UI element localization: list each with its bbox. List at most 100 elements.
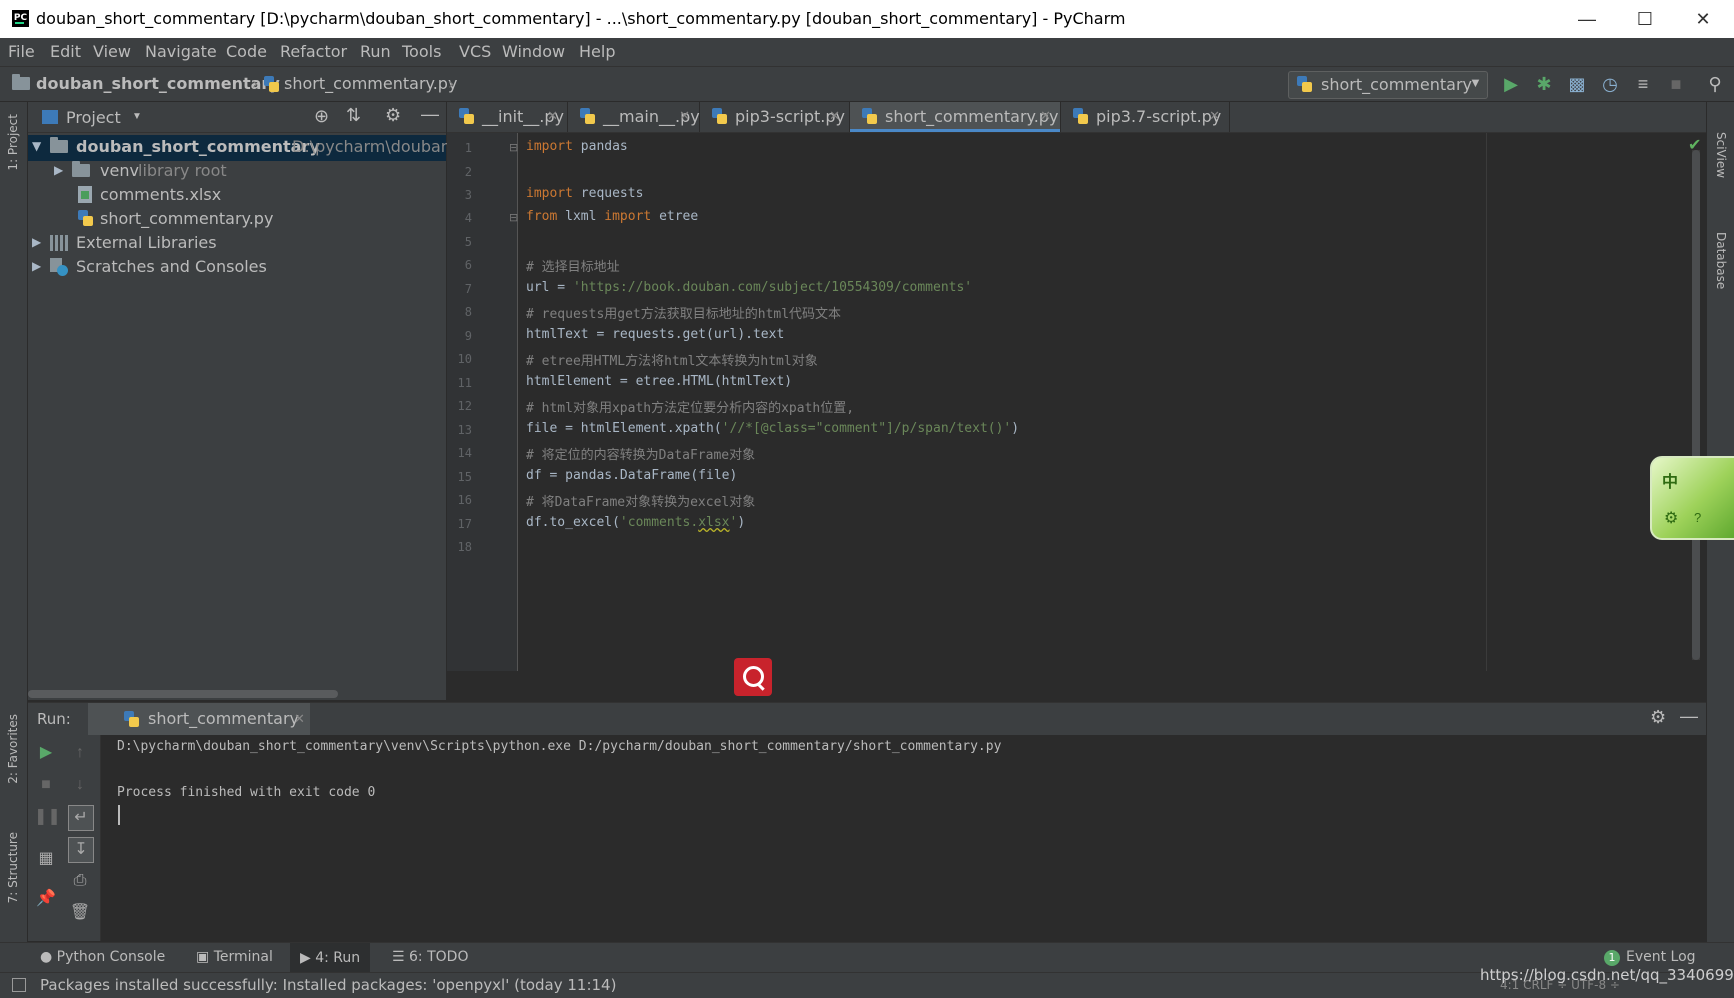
tree-item-scratches[interactable]: ▶ Scratches and Consoles xyxy=(28,255,446,281)
concurrency-icon[interactable]: ≡ xyxy=(1632,73,1654,95)
search-everywhere-icon[interactable]: ⚲ xyxy=(1704,73,1726,95)
menu-navigate[interactable]: Navigate xyxy=(145,42,217,61)
line-number: 1 xyxy=(464,141,472,155)
tab-pip37-script-py[interactable]: pip3.7-script.py ✕ xyxy=(1061,102,1230,132)
rerun-icon[interactable]: ▶ xyxy=(34,741,58,765)
event-log-button[interactable]: Event Log xyxy=(1626,949,1696,965)
tree-item-external-libraries[interactable]: ▶ External Libraries xyxy=(28,231,446,257)
menu-vcs[interactable]: VCS xyxy=(459,42,491,61)
menu-help[interactable]: Help xyxy=(579,42,615,61)
code-editor[interactable]: import pandas import requests from lxml … xyxy=(518,133,1688,671)
chevron-right-icon[interactable]: ▶ xyxy=(54,163,63,177)
arrow-down-icon[interactable]: ↓ xyxy=(68,773,92,797)
fold-marker-icon[interactable]: ⊟ xyxy=(509,141,518,154)
code-line-16: # 将DataFrame对象转换为excel对象 xyxy=(526,495,756,510)
menu-view[interactable]: View xyxy=(93,42,131,61)
help-icon[interactable]: ? xyxy=(1694,510,1701,525)
structure-tool-button[interactable]: 7: Structure xyxy=(6,832,20,903)
todo-button[interactable]: ☰ 6: TODO xyxy=(392,949,468,965)
close-tab-icon[interactable]: ✕ xyxy=(294,711,305,727)
menu-code[interactable]: Code xyxy=(226,42,267,61)
close-tab-icon[interactable]: ✕ xyxy=(679,109,690,124)
hide-icon[interactable]: — xyxy=(1680,706,1698,727)
menu-edit[interactable]: Edit xyxy=(50,42,81,61)
tree-item-venv[interactable]: ▶ venv library root xyxy=(28,159,446,185)
debug-icon[interactable]: ✱ xyxy=(1533,73,1555,95)
tab-short-commentary-py[interactable]: short_commentary.py ✕ xyxy=(850,102,1061,132)
status-message[interactable]: Packages installed successfully: Install… xyxy=(40,976,616,994)
search-overlay-icon[interactable] xyxy=(734,658,772,696)
stop-icon[interactable]: ■ xyxy=(1665,73,1687,95)
database-tool-button[interactable]: Database xyxy=(1714,232,1728,289)
print-icon[interactable]: ⎙ xyxy=(68,869,92,893)
hide-icon[interactable]: — xyxy=(421,104,439,125)
breadcrumb-project[interactable]: douban_short_commentary xyxy=(36,74,280,93)
chevron-down-icon[interactable]: ▼ xyxy=(32,139,41,153)
close-icon[interactable]: ✕ xyxy=(1674,0,1732,38)
project-tool-button[interactable]: 1: Project xyxy=(6,114,20,171)
fold-marker-icon[interactable]: ⊟ xyxy=(509,211,518,224)
horizontal-scrollbar[interactable] xyxy=(28,690,338,698)
chevron-down-icon[interactable]: ▼ xyxy=(132,111,142,122)
coverage-icon[interactable]: ▩ xyxy=(1566,73,1588,95)
run-tool-button[interactable]: ▶ 4: Run xyxy=(290,943,371,973)
tree-item-short-commentary-py[interactable]: short_commentary.py xyxy=(28,207,446,233)
gear-icon[interactable]: ⚙ xyxy=(385,105,401,126)
favorites-tool-button[interactable]: 2: Favorites xyxy=(6,714,20,784)
breadcrumb-file[interactable]: short_commentary.py xyxy=(284,74,457,93)
library-icon xyxy=(50,235,68,251)
sciview-tool-button[interactable]: SciView xyxy=(1714,132,1728,178)
close-tab-icon[interactable]: ✕ xyxy=(829,109,840,124)
close-tab-icon[interactable]: ✕ xyxy=(1040,109,1051,124)
ime-toolbar[interactable]: 中 ⚙ ? xyxy=(1650,456,1734,540)
python-file-icon xyxy=(862,108,878,125)
tab-init-py[interactable]: __init__.py ✕ xyxy=(447,102,568,132)
menu-refactor[interactable]: Refactor xyxy=(280,42,347,61)
toggle-tool-windows-icon[interactable] xyxy=(12,978,26,992)
gear-icon[interactable]: ⚙ xyxy=(1664,508,1678,528)
layout-icon[interactable]: ▦ xyxy=(34,847,58,871)
python-file-icon xyxy=(264,76,280,93)
collapse-all-icon[interactable]: ⇅ xyxy=(346,105,361,126)
run-tab-label: short_commentary xyxy=(148,709,299,728)
gear-icon[interactable]: ⚙ xyxy=(1650,707,1666,728)
trash-icon[interactable]: 🗑 xyxy=(68,901,92,925)
soft-wrap-icon[interactable]: ↵ xyxy=(68,805,94,831)
pin-icon[interactable]: 📌 xyxy=(34,887,58,911)
menu-run[interactable]: Run xyxy=(360,42,391,61)
chevron-right-icon[interactable]: ▶ xyxy=(32,259,41,273)
stop-icon[interactable]: ■ xyxy=(34,773,58,797)
tab-pip3-script-py[interactable]: pip3-script.py ✕ xyxy=(700,102,850,132)
locate-icon[interactable]: ⊕ xyxy=(314,106,329,127)
tree-item-path: D:\pycharm\douban_ xyxy=(292,137,459,156)
chevron-right-icon[interactable]: ▶ xyxy=(32,235,41,249)
run-tool-label: 4: Run xyxy=(315,950,361,966)
menu-tools[interactable]: Tools xyxy=(402,42,441,61)
menu-file[interactable]: File xyxy=(8,42,35,61)
folder-icon xyxy=(12,74,30,90)
run-tab-short-commentary[interactable]: short_commentary ✕ xyxy=(88,703,310,735)
ime-mode-label[interactable]: 中 xyxy=(1662,468,1678,492)
arrow-up-icon[interactable]: ↑ xyxy=(68,741,92,765)
tab-main-py[interactable]: __main__.py ✕ xyxy=(568,102,700,132)
editor-scrollbar[interactable] xyxy=(1692,150,1700,660)
close-tab-icon[interactable]: ✕ xyxy=(1209,109,1220,124)
python-console-button[interactable]: ● Python Console xyxy=(40,949,165,965)
run-console-output[interactable]: D:\pycharm\douban_short_commentary\venv\… xyxy=(101,735,1706,941)
text-caret xyxy=(118,805,120,825)
run-configuration-select[interactable]: short_commentary ▼ xyxy=(1288,71,1488,99)
pause-icon[interactable]: ❚❚ xyxy=(34,805,61,829)
project-view-select[interactable]: Project xyxy=(66,108,121,127)
maximize-icon[interactable]: ☐ xyxy=(1616,0,1674,38)
close-tab-icon[interactable]: ✕ xyxy=(547,109,558,124)
menu-window[interactable]: Window xyxy=(502,42,565,61)
terminal-button[interactable]: ▣ Terminal xyxy=(196,949,273,965)
minimize-icon[interactable]: — xyxy=(1558,0,1616,38)
tree-item-project-root[interactable]: ▼ douban_short_commentary D:\pycharm\dou… xyxy=(28,135,459,161)
line-number: 2 xyxy=(464,165,472,179)
run-icon[interactable]: ▶ xyxy=(1500,73,1522,95)
tree-item-comments-xlsx[interactable]: comments.xlsx xyxy=(28,183,446,209)
scroll-to-end-icon[interactable]: ↧ xyxy=(68,837,94,863)
project-panel: Project ▼ ⊕ ⇅ ⚙ — ▼ douban_short_comment… xyxy=(28,102,459,700)
profile-icon[interactable]: ◷ xyxy=(1599,73,1621,95)
